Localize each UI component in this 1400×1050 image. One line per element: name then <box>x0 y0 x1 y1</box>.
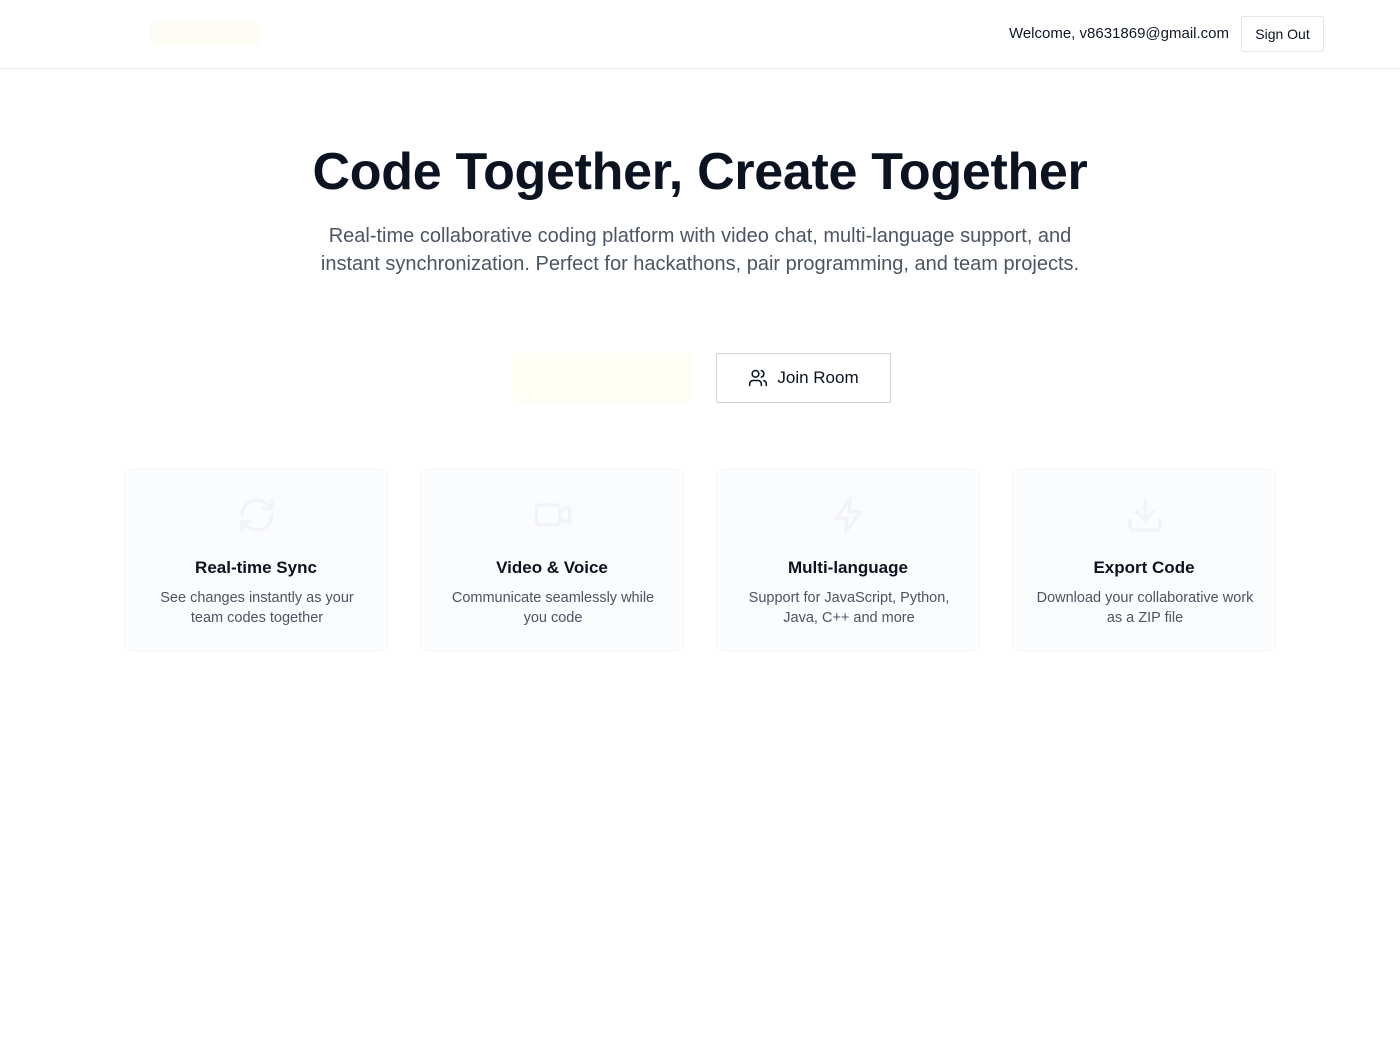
sign-out-button[interactable]: Sign Out <box>1241 16 1324 52</box>
create-room-button[interactable] <box>512 353 692 403</box>
join-room-label: Join Room <box>777 368 859 387</box>
feature-title: Multi-language <box>788 558 908 577</box>
feature-title: Real-time Sync <box>195 558 317 577</box>
welcome-text: Welcome, v8631869@gmail.com <box>1008 25 1229 42</box>
page-title: Code Together, Create Together <box>312 143 1088 201</box>
hero-subtitle: Real-time collaborative coding platform … <box>320 225 1080 275</box>
video-icon <box>534 503 572 527</box>
users-icon <box>749 369 768 387</box>
download-icon <box>1128 498 1162 532</box>
features-grid: Real-time Sync See changes instantly as … <box>124 468 1276 652</box>
join-room-button[interactable]: Join Room <box>716 353 891 403</box>
logo[interactable] <box>150 22 260 46</box>
feature-description: See changes instantly as your team codes… <box>160 590 354 626</box>
feature-card-multi-language: Multi-language Support for JavaScript, P… <box>716 468 980 652</box>
feature-card-export-code: Export Code Download your collaborative … <box>1012 468 1276 652</box>
feature-card-video-voice: Video & Voice Communicate seamlessly whi… <box>420 468 684 652</box>
feature-description: Support for JavaScript, Python, Java, C+… <box>748 590 950 626</box>
zap-icon <box>834 496 863 534</box>
feature-description: Download your collaborative work as a ZI… <box>1036 590 1254 626</box>
feature-description: Communicate seamlessly while you code <box>451 590 655 626</box>
feature-title: Video & Voice <box>496 558 608 577</box>
sync-icon <box>240 498 274 532</box>
top-navbar: Welcome, v8631869@gmail.com Sign Out <box>0 0 1400 69</box>
feature-card-realtime-sync: Real-time Sync See changes instantly as … <box>124 468 388 652</box>
feature-title: Export Code <box>1093 558 1195 577</box>
